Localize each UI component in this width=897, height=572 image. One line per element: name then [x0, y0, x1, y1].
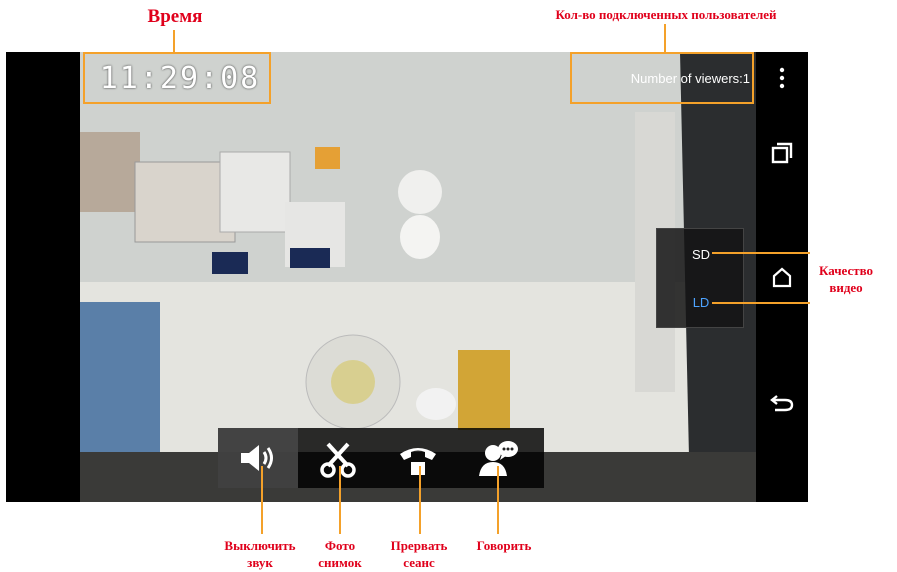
hangup-button[interactable] — [378, 428, 458, 488]
annotation-photo: Фото снимок — [306, 537, 374, 571]
talk-pointer-line — [497, 466, 499, 534]
mute-pointer-line — [261, 466, 263, 534]
annotation-quality-line2: видео — [829, 280, 863, 295]
viewers-count: Number of viewers:1 — [630, 70, 750, 86]
annotation-mute: Выключить звук — [208, 537, 312, 571]
annotation-hangup: Прервать сеанс — [374, 537, 464, 571]
annotation-viewers: Кол-во подключенных пользователей — [555, 7, 777, 22]
annotation-time: Время — [147, 6, 203, 27]
recent-apps-icon — [771, 142, 793, 164]
annotation-talk: Говорить — [476, 538, 532, 553]
annotation-hangup-line1: Прервать — [390, 538, 448, 553]
quality-selector: SD LD — [656, 228, 744, 328]
home-button[interactable] — [756, 266, 808, 288]
overflow-menu-icon — [779, 67, 785, 89]
home-icon — [772, 267, 792, 288]
overflow-menu-button[interactable] — [756, 66, 808, 90]
hangup-pointer-line — [419, 466, 421, 534]
sd-pointer-line — [712, 252, 810, 254]
clock-display: 11:29:08 — [99, 60, 261, 96]
annotation-photo-line1: Фото — [324, 538, 356, 553]
recent-apps-button[interactable] — [756, 142, 808, 164]
annotation-quality: Качество видео — [806, 262, 886, 296]
phone-screen: 11:29:08 Number of viewers:1 SD LD — [6, 52, 808, 502]
scissors-icon — [320, 442, 356, 478]
back-icon — [770, 395, 794, 412]
time-pointer-line — [173, 30, 175, 54]
back-button[interactable] — [756, 392, 808, 412]
annotation-mute-line1: Выключить — [224, 538, 296, 553]
snapshot-button[interactable] — [298, 428, 378, 488]
ld-pointer-line — [712, 302, 810, 304]
speaker-icon — [241, 445, 273, 471]
viewers-pointer-line — [664, 24, 666, 54]
photo-pointer-line — [339, 466, 341, 534]
quality-option-sd[interactable]: SD — [657, 247, 745, 262]
annotation-quality-line1: Качество — [818, 263, 874, 278]
hangup-icon — [400, 448, 436, 475]
call-toolbar — [218, 428, 544, 488]
mute-button[interactable] — [218, 428, 298, 488]
annotation-photo-line2: снимок — [318, 555, 362, 570]
annotation-hangup-line2: сеанс — [403, 555, 435, 570]
system-navbar — [756, 52, 808, 502]
annotation-mute-line2: звук — [247, 555, 273, 570]
